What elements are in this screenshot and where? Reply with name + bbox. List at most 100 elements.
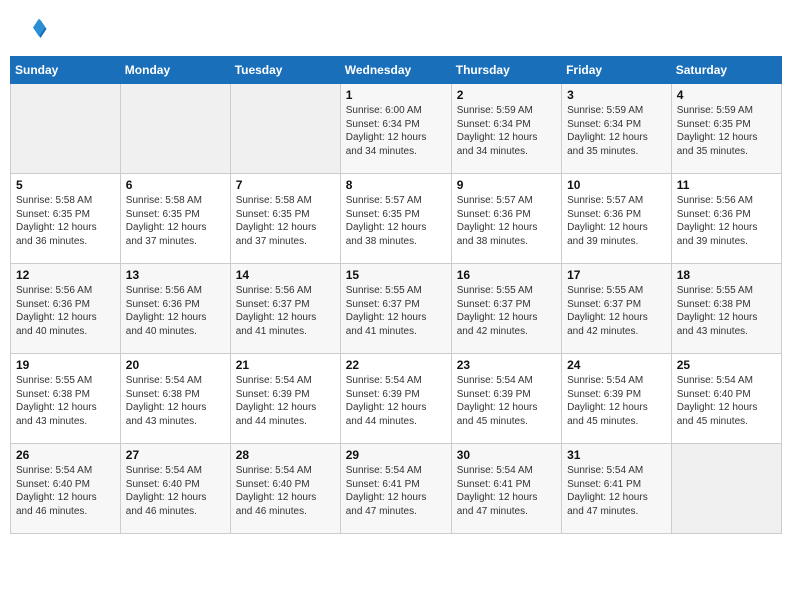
day-info: Sunrise: 5:54 AM Sunset: 6:38 PM Dayligh… [126,374,225,428]
calendar-cell [230,84,340,174]
day-info: Sunrise: 5:58 AM Sunset: 6:35 PM Dayligh… [16,194,115,248]
calendar-cell: 4Sunrise: 5:59 AM Sunset: 6:35 PM Daylig… [671,84,781,174]
calendar-cell: 20 Sunrise: 5:54 AM Sunset: 6:38 PM Dayli… [120,354,230,444]
calendar-week-row: 19Sunrise: 5:55 AM Sunset: 6:38 PM Dayli… [11,354,782,444]
calendar-cell: 3 Sunrise: 5:59 AM Sunset: 6:34 PM Daylig… [562,84,672,174]
calendar-cell: 17Sunrise: 5:55 AM Sunset: 6:37 PM Dayli… [562,264,672,354]
calendar-cell: 8 Sunrise: 5:57 AM Sunset: 6:35 PM Daylig… [340,174,451,264]
day-number: 7 [236,178,335,192]
day-number: 9 [457,178,556,192]
day-number: 25 [677,358,776,372]
calendar-cell: 15Sunrise: 5:55 AM Sunset: 6:37 PM Dayli… [340,264,451,354]
day-info: Sunrise: 5:59 AM Sunset: 6:34 PM Dayligh… [457,104,556,158]
logo [18,14,52,44]
calendar-cell: 24 Sunrise: 5:54 AM Sunset: 6:39 PM Dayli… [562,354,672,444]
day-info: Sunrise: 5:56 AM Sunset: 6:37 PM Dayligh… [236,284,335,338]
weekday-row: SundayMondayTuesdayWednesdayThursdayFrid… [11,57,782,84]
day-number: 11 [677,178,776,192]
day-number: 15 [346,268,446,282]
day-number: 13 [126,268,225,282]
calendar-cell: 7 Sunrise: 5:58 AM Sunset: 6:35 PM Daylig… [230,174,340,264]
calendar-cell: 2 Sunrise: 5:59 AM Sunset: 6:34 PM Daylig… [451,84,561,174]
calendar-cell: 18 Sunrise: 5:55 AM Sunset: 6:38 PM Dayli… [671,264,781,354]
day-info: Sunrise: 5:54 AM Sunset: 6:40 PM Dayligh… [126,464,225,518]
day-number: 21 [236,358,335,372]
weekday-header: Friday [562,57,672,84]
calendar-cell: 12 Sunrise: 5:56 AM Sunset: 6:36 PM Dayli… [11,264,121,354]
day-info: Sunrise: 5:57 AM Sunset: 6:35 PM Dayligh… [346,194,446,248]
day-number: 10 [567,178,666,192]
day-number: 23 [457,358,556,372]
day-number: 1 [346,88,446,102]
calendar-cell [671,444,781,534]
weekday-header: Thursday [451,57,561,84]
calendar-cell: 14 Sunrise: 5:56 AM Sunset: 6:37 PM Dayli… [230,264,340,354]
calendar-cell: 10 Sunrise: 5:57 AM Sunset: 6:36 PM Dayli… [562,174,672,264]
calendar-cell: 16 Sunrise: 5:55 AM Sunset: 6:37 PM Dayli… [451,264,561,354]
day-number: 27 [126,448,225,462]
day-number: 29 [346,448,446,462]
day-info: Sunrise: 5:56 AM Sunset: 6:36 PM Dayligh… [677,194,776,248]
day-number: 28 [236,448,335,462]
calendar-week-row: 12 Sunrise: 5:56 AM Sunset: 6:36 PM Dayli… [11,264,782,354]
calendar-cell: 27 Sunrise: 5:54 AM Sunset: 6:40 PM Dayli… [120,444,230,534]
weekday-header: Sunday [11,57,121,84]
calendar-cell: 6Sunrise: 5:58 AM Sunset: 6:35 PM Daylig… [120,174,230,264]
day-number: 26 [16,448,115,462]
calendar-cell: 26 Sunrise: 5:54 AM Sunset: 6:40 PM Dayli… [11,444,121,534]
day-info: Sunrise: 5:54 AM Sunset: 6:39 PM Dayligh… [236,374,335,428]
day-info: Sunrise: 5:54 AM Sunset: 6:41 PM Dayligh… [567,464,666,518]
day-info: Sunrise: 5:58 AM Sunset: 6:35 PM Dayligh… [236,194,335,248]
calendar-week-row: 26 Sunrise: 5:54 AM Sunset: 6:40 PM Dayli… [11,444,782,534]
day-info: Sunrise: 5:54 AM Sunset: 6:39 PM Dayligh… [457,374,556,428]
page-header [10,10,782,48]
weekday-header: Wednesday [340,57,451,84]
day-number: 18 [677,268,776,282]
calendar-cell: 5 Sunrise: 5:58 AM Sunset: 6:35 PM Daylig… [11,174,121,264]
calendar-cell: 28 Sunrise: 5:54 AM Sunset: 6:40 PM Dayli… [230,444,340,534]
calendar-cell: 13 Sunrise: 5:56 AM Sunset: 6:36 PM Dayli… [120,264,230,354]
day-number: 14 [236,268,335,282]
day-info: Sunrise: 5:57 AM Sunset: 6:36 PM Dayligh… [567,194,666,248]
day-number: 5 [16,178,115,192]
calendar-cell [120,84,230,174]
day-number: 22 [346,358,446,372]
day-info: Sunrise: 5:55 AM Sunset: 6:38 PM Dayligh… [677,284,776,338]
day-info: Sunrise: 5:55 AM Sunset: 6:37 PM Dayligh… [567,284,666,338]
calendar-cell: 21 Sunrise: 5:54 AM Sunset: 6:39 PM Dayli… [230,354,340,444]
logo-icon [18,14,48,44]
day-number: 20 [126,358,225,372]
day-info: Sunrise: 5:54 AM Sunset: 6:39 PM Dayligh… [567,374,666,428]
day-info: Sunrise: 5:57 AM Sunset: 6:36 PM Dayligh… [457,194,556,248]
calendar-cell: 29 Sunrise: 5:54 AM Sunset: 6:41 PM Dayli… [340,444,451,534]
day-info: Sunrise: 5:54 AM Sunset: 6:41 PM Dayligh… [346,464,446,518]
day-number: 2 [457,88,556,102]
calendar-cell: 9 Sunrise: 5:57 AM Sunset: 6:36 PM Daylig… [451,174,561,264]
day-number: 3 [567,88,666,102]
calendar-table: SundayMondayTuesdayWednesdayThursdayFrid… [10,56,782,534]
day-number: 31 [567,448,666,462]
calendar-week-row: 1Sunrise: 6:00 AM Sunset: 6:34 PM Daylig… [11,84,782,174]
day-info: Sunrise: 5:59 AM Sunset: 6:34 PM Dayligh… [567,104,666,158]
day-info: Sunrise: 5:58 AM Sunset: 6:35 PM Dayligh… [126,194,225,248]
calendar-cell: 22Sunrise: 5:54 AM Sunset: 6:39 PM Dayli… [340,354,451,444]
calendar-cell [11,84,121,174]
weekday-header: Tuesday [230,57,340,84]
day-number: 19 [16,358,115,372]
calendar-cell: 23 Sunrise: 5:54 AM Sunset: 6:39 PM Dayli… [451,354,561,444]
day-info: Sunrise: 5:55 AM Sunset: 6:37 PM Dayligh… [457,284,556,338]
day-info: Sunrise: 5:54 AM Sunset: 6:41 PM Dayligh… [457,464,556,518]
day-info: Sunrise: 5:56 AM Sunset: 6:36 PM Dayligh… [16,284,115,338]
day-number: 8 [346,178,446,192]
calendar-cell: 30 Sunrise: 5:54 AM Sunset: 6:41 PM Dayli… [451,444,561,534]
day-number: 16 [457,268,556,282]
calendar-body: 1Sunrise: 6:00 AM Sunset: 6:34 PM Daylig… [11,84,782,534]
weekday-header: Monday [120,57,230,84]
calendar-cell: 1Sunrise: 6:00 AM Sunset: 6:34 PM Daylig… [340,84,451,174]
day-info: Sunrise: 5:56 AM Sunset: 6:36 PM Dayligh… [126,284,225,338]
day-info: Sunrise: 5:54 AM Sunset: 6:40 PM Dayligh… [16,464,115,518]
day-info: Sunrise: 5:54 AM Sunset: 6:40 PM Dayligh… [236,464,335,518]
day-number: 30 [457,448,556,462]
day-number: 12 [16,268,115,282]
day-number: 24 [567,358,666,372]
